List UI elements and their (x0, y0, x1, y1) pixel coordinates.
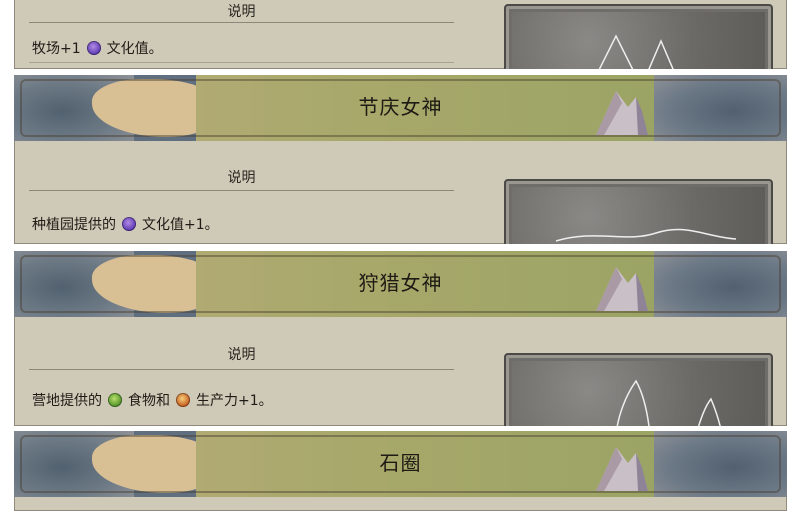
culture-icon (122, 217, 136, 231)
minimap-lines (555, 228, 737, 242)
description-heading: 说明 (227, 170, 256, 186)
production-icon (176, 393, 190, 407)
minimap-preview (504, 179, 773, 244)
description-text: 牧场+1 文化值。 (32, 38, 163, 58)
pantheon-card-0: 说明 牧场+1 文化值。 (14, 0, 787, 69)
divider (29, 22, 454, 23)
desc-part: 文化值+1。 (142, 217, 219, 233)
pantheon-card-festival: 节庆女神 说明 种植园提供的 文化值+1。 (14, 75, 787, 244)
desc-part: 文化值。 (106, 41, 163, 57)
desc-part: 牧场+1 (32, 41, 81, 57)
desc-part: 种植园提供的 (32, 217, 116, 233)
minimap-preview (504, 4, 773, 69)
description-heading: 说明 (227, 4, 256, 20)
divider (29, 190, 454, 191)
desc-part: 食物和 (128, 393, 170, 409)
pantheon-card-stone-circles: 石圈 (14, 431, 787, 511)
pantheon-card-hunt: 狩猎女神 说明 营地提供的 食物和 生产力+1。 (14, 251, 787, 426)
minimap-lines (598, 34, 674, 69)
title-banner: 狩猎女神 (14, 251, 787, 317)
card-title: 节庆女神 (358, 95, 443, 119)
desc-part: 营地提供的 (32, 393, 102, 409)
divider (29, 62, 454, 63)
description-text: 营地提供的 食物和 生产力+1。 (32, 390, 273, 410)
description-text: 种植园提供的 文化值+1。 (32, 214, 219, 234)
minimap-preview (504, 353, 773, 426)
title-banner: 节庆女神 (14, 75, 787, 141)
title-banner: 石圈 (14, 431, 787, 497)
culture-icon (86, 41, 101, 55)
minimap-lines (616, 379, 721, 426)
food-icon (108, 393, 122, 407)
divider (29, 369, 454, 370)
card-title: 狩猎女神 (358, 271, 443, 295)
description-heading: 说明 (227, 347, 256, 363)
card-title: 石圈 (379, 451, 422, 475)
desc-part: 生产力+1。 (196, 393, 273, 409)
